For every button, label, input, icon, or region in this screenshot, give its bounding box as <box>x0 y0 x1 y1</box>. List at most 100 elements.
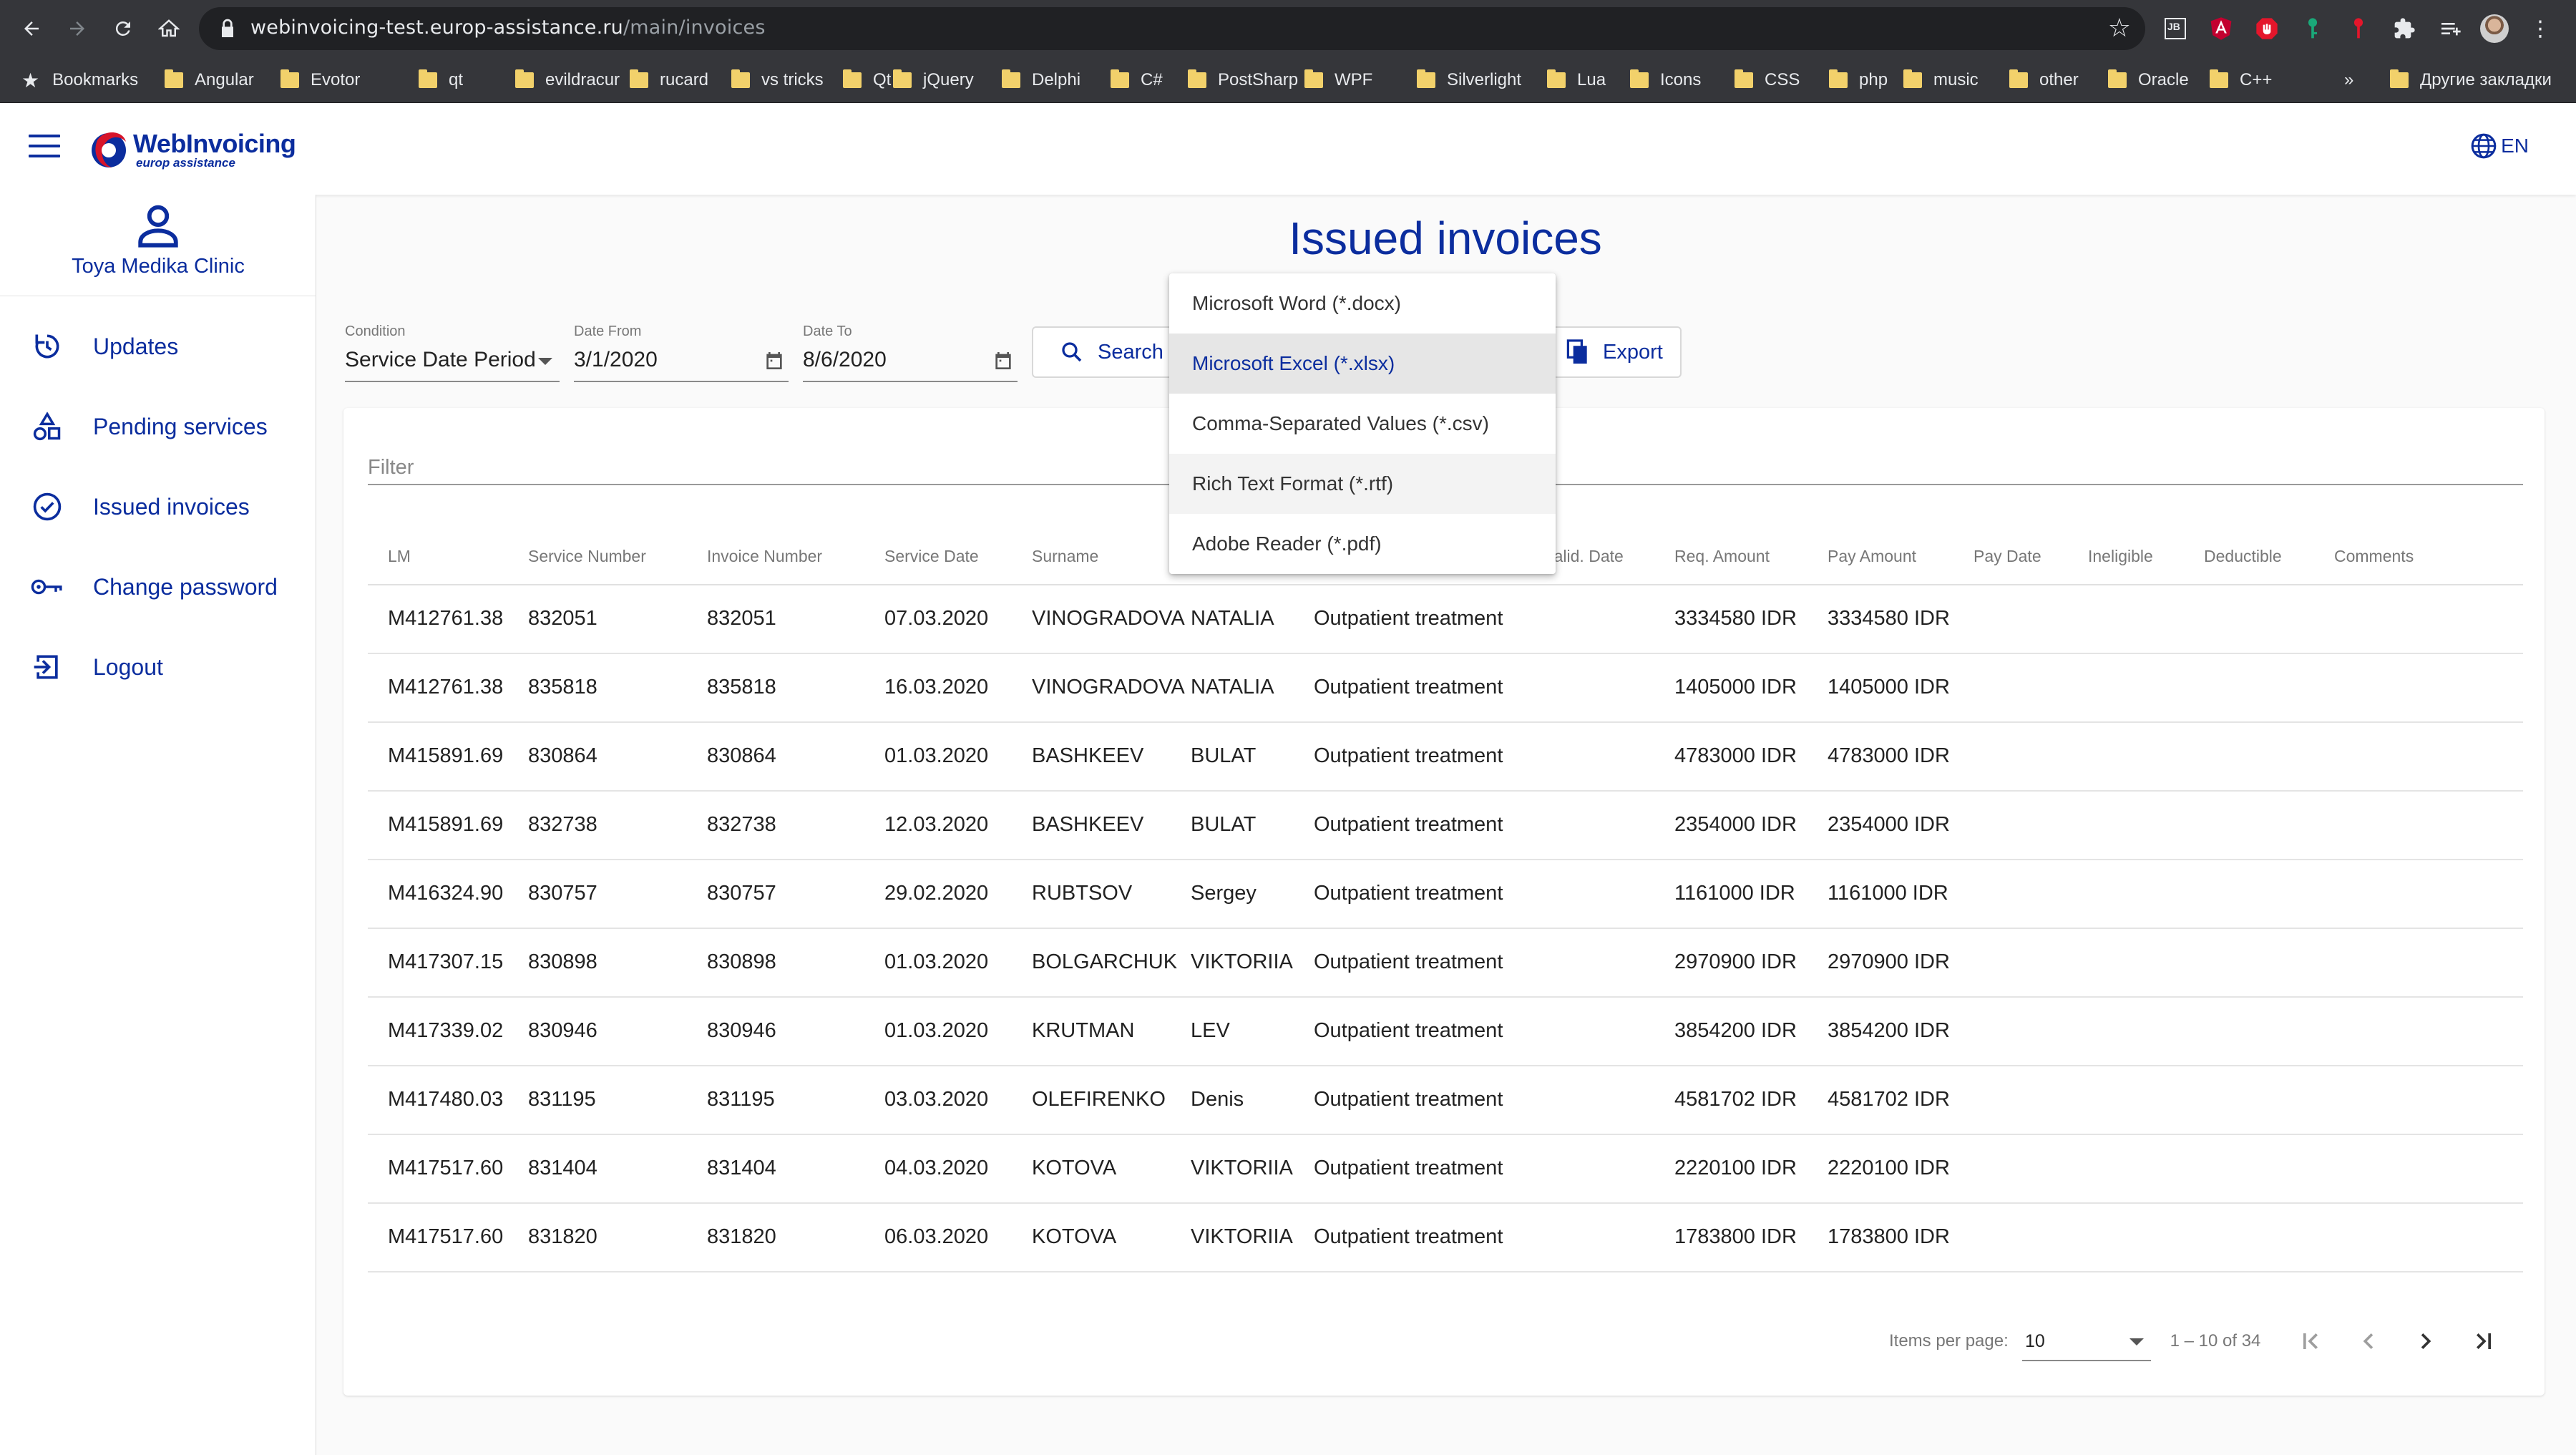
export-csv-option[interactable]: Comma-Separated Values (*.csv) <box>1169 394 1556 454</box>
jetbrains-extension-icon[interactable]: JB <box>2161 14 2190 43</box>
puzzle-extension-icon[interactable] <box>2390 14 2419 43</box>
column-header[interactable]: LM <box>388 547 411 566</box>
reload-button[interactable] <box>104 10 142 47</box>
column-header[interactable]: Pay Amount <box>1828 547 1916 566</box>
forward-button[interactable] <box>59 10 96 47</box>
column-header[interactable]: Req. Amount <box>1674 547 1770 566</box>
bookmark-folder[interactable]: Delphi <box>1002 66 1080 94</box>
bookmark-folder[interactable]: Icons <box>1630 66 1701 94</box>
back-button[interactable] <box>13 10 50 47</box>
clinic-profile: Toya Medika Clinic <box>0 195 316 296</box>
bookmark-folder[interactable]: Evotor <box>280 66 360 94</box>
cell-lm: M415891.69 <box>388 744 504 767</box>
bookmark-folder[interactable]: Qt <box>843 66 891 94</box>
bookmark-folder[interactable]: CSS <box>1735 66 1800 94</box>
table-row[interactable]: M417339.02 830946 830946 01.03.2020 KRUTMAN L… <box>368 998 2523 1066</box>
export-docx-option[interactable]: Microsoft Word (*.docx) <box>1169 273 1556 334</box>
column-header[interactable]: Pay Date <box>1974 547 2041 566</box>
column-header[interactable]: Invoice Number <box>707 547 822 566</box>
cell-lm: M417339.02 <box>388 1019 504 1042</box>
language-selector[interactable]: EN <box>2469 132 2529 160</box>
sidebar-item-pending-services[interactable]: Pending services <box>0 395 316 458</box>
cell-service: Outpatient treatment <box>1314 1157 1503 1179</box>
key-extension-icon[interactable] <box>2298 14 2327 43</box>
bookmark-folder[interactable]: evildracur <box>515 66 620 94</box>
table-row[interactable]: M417517.60 831820 831820 06.03.2020 KOTOVA VI… <box>368 1204 2523 1272</box>
sidebar-item-issued-invoices[interactable]: Issued invoices <box>0 475 316 538</box>
sidebar-item-logout[interactable]: Logout <box>0 636 316 699</box>
pin-extension-icon[interactable] <box>2344 14 2373 43</box>
sidebar-item-label: Updates <box>93 333 179 359</box>
menu-toggle-icon[interactable] <box>29 135 60 163</box>
column-header[interactable]: Deductible <box>2204 547 2282 566</box>
export-pdf-option[interactable]: Adobe Reader (*.pdf) <box>1169 514 1556 574</box>
logo-mark-icon <box>92 132 126 167</box>
column-header[interactable]: Service Date <box>884 547 979 566</box>
column-header[interactable]: Comments <box>2334 547 2414 566</box>
export-rtf-option[interactable]: Rich Text Format (*.rtf) <box>1169 454 1556 514</box>
next-page-button[interactable] <box>2404 1320 2447 1363</box>
date-to-field[interactable]: Date To 8/6/2020 <box>803 321 1018 382</box>
cell-service-date: 01.03.2020 <box>884 1019 989 1042</box>
table-row[interactable]: M417517.60 831404 831404 04.03.2020 KOTOVA VI… <box>368 1135 2523 1204</box>
bookmark-label: WPF <box>1335 70 1373 89</box>
bookmark-folder[interactable]: C++ <box>2210 66 2272 94</box>
other-bookmarks-folder[interactable]: Другие закладки <box>2390 66 2552 94</box>
url-text: webinvoicing-test.europ-assistance.ru/ma… <box>250 16 766 39</box>
column-header[interactable]: Valid. Date <box>1544 547 1624 566</box>
bookmark-folder[interactable]: Angular <box>165 66 254 94</box>
address-bar[interactable]: webinvoicing-test.europ-assistance.ru/ma… <box>199 7 2145 50</box>
date-from-field[interactable]: Date From 3/1/2020 <box>574 321 789 382</box>
previous-page-button[interactable] <box>2347 1320 2390 1363</box>
bookmark-folder[interactable]: other <box>2009 66 2079 94</box>
browser-menu-icon[interactable]: ⋮ <box>2526 14 2555 43</box>
calendar-icon[interactable] <box>992 349 1015 372</box>
bookmarks-overflow[interactable]: » <box>2344 66 2353 94</box>
calendar-icon[interactable] <box>763 349 786 372</box>
search-button[interactable]: Search <box>1032 326 1182 378</box>
bookmark-star-icon[interactable]: ☆ <box>2108 14 2131 43</box>
reading-list-icon[interactable] <box>2436 14 2464 43</box>
star-icon: ★ <box>21 68 40 92</box>
table-row[interactable]: M412761.38 832051 832051 07.03.2020 VINOGRAD… <box>368 585 2523 654</box>
bookmark-label: evildracur <box>545 70 620 89</box>
bookmark-folder[interactable]: jQuery <box>893 66 974 94</box>
bookmark-folder[interactable]: C# <box>1111 66 1163 94</box>
bookmark-folder[interactable]: vs tricks <box>731 66 824 94</box>
table-row[interactable]: M417480.03 831195 831195 03.03.2020 OLEFIREN… <box>368 1066 2523 1135</box>
bookmarks-button[interactable]: ★ Bookmarks <box>21 66 138 94</box>
adblock-extension-icon[interactable] <box>2253 14 2281 43</box>
bookmark-folder[interactable]: PostSharp <box>1188 66 1298 94</box>
bookmark-folder[interactable]: rucard <box>630 66 708 94</box>
table-row[interactable]: M417307.15 830898 830898 01.03.2020 BOLGARCH… <box>368 929 2523 998</box>
cell-invoice-number: 830898 <box>707 950 776 973</box>
table-row[interactable]: M415891.69 832738 832738 12.03.2020 BASHKEEV… <box>368 792 2523 860</box>
webinvoicing-logo[interactable]: WebInvoicing europ assistance <box>90 123 296 175</box>
table-row[interactable]: M415891.69 830864 830864 01.03.2020 BASHKEEV… <box>368 723 2523 792</box>
export-xlsx-option[interactable]: Microsoft Excel (*.xlsx) <box>1169 334 1556 394</box>
bookmark-folder[interactable]: Silverlight <box>1417 66 1521 94</box>
bookmark-folder[interactable]: Oracle <box>2108 66 2189 94</box>
items-per-page-value: 10 <box>2025 1331 2045 1351</box>
bookmark-folder[interactable]: WPF <box>1304 66 1372 94</box>
column-header[interactable]: Ineligible <box>2088 547 2153 566</box>
last-page-button[interactable] <box>2462 1320 2504 1363</box>
table-row[interactable]: M412761.38 835818 835818 16.03.2020 VINOGRAD… <box>368 654 2523 723</box>
first-page-button[interactable] <box>2290 1320 2333 1363</box>
sidebar-item-change-password[interactable]: Change password <box>0 555 316 618</box>
angular-extension-icon[interactable] <box>2207 14 2235 43</box>
profile-avatar[interactable] <box>2480 14 2509 43</box>
condition-select[interactable]: Condition Service Date Period <box>345 321 560 382</box>
cell-invoice-number: 830946 <box>707 1019 776 1042</box>
home-button[interactable] <box>150 10 187 47</box>
bookmark-folder[interactable]: qt <box>419 66 463 94</box>
sidebar-item-updates[interactable]: Updates <box>0 315 316 378</box>
items-per-page-select[interactable]: 10 <box>2022 1321 2151 1361</box>
bookmark-folder[interactable]: music <box>1903 66 1979 94</box>
column-header[interactable]: Service Number <box>528 547 646 566</box>
table-row[interactable]: M416324.90 830757 830757 29.02.2020 RUBTSOV S… <box>368 860 2523 929</box>
bookmark-folder[interactable]: php <box>1829 66 1888 94</box>
column-header[interactable]: Surname <box>1032 547 1098 566</box>
bookmark-folder[interactable]: Lua <box>1547 66 1606 94</box>
logo-subtitle: europ assistance <box>136 156 235 170</box>
